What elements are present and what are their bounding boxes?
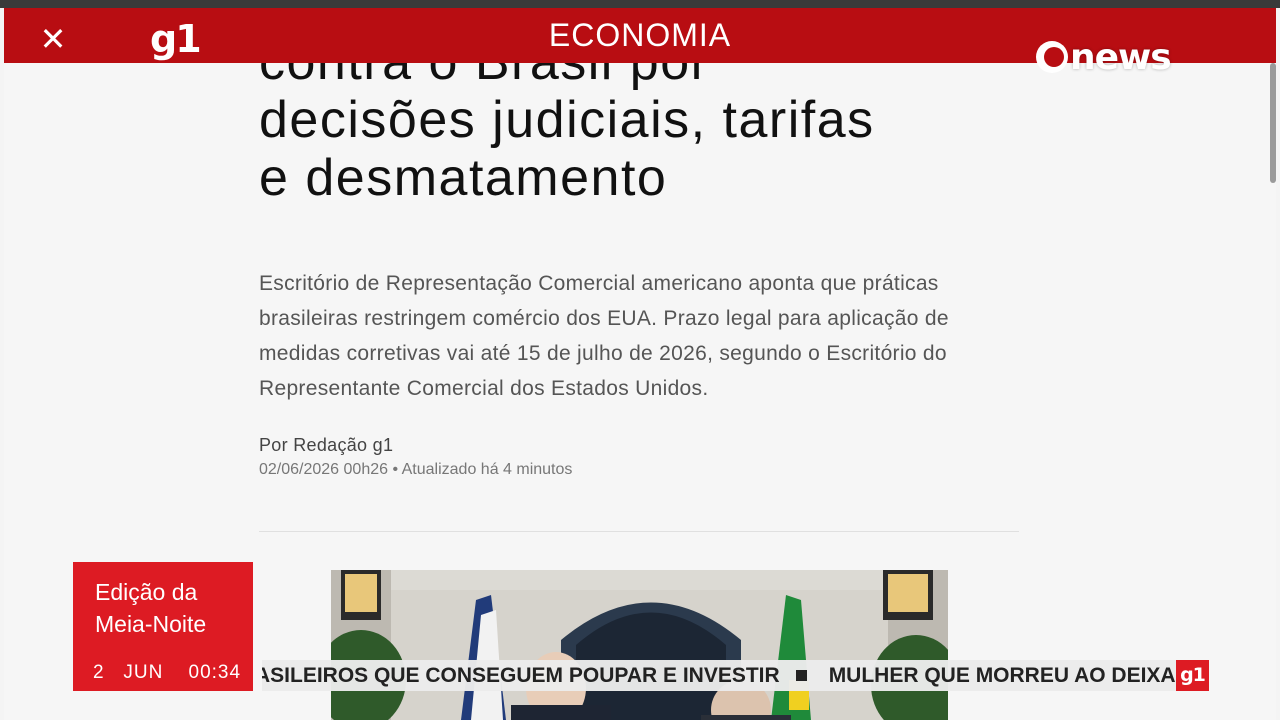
program-time: 2 JUN 00:34	[93, 662, 241, 684]
article-photo	[331, 570, 948, 720]
clock-time: 00:34	[188, 662, 242, 683]
globonews-logo: news	[1036, 35, 1172, 79]
channel-logo-text: news	[1070, 36, 1172, 78]
headline-line: decisões judiciais, tarifas	[259, 91, 875, 149]
news-ticker: ASILEIROS QUE CONSEGUEM POUPAR E INVESTI…	[262, 660, 1176, 691]
scrollbar[interactable]	[1270, 63, 1276, 183]
clock-day: 2	[93, 662, 105, 683]
article-author[interactable]: Por Redação g1	[259, 435, 393, 456]
ticker-separator	[795, 669, 807, 681]
ticker-item: MULHER QUE MORREU AO DEIXAR A	[828, 664, 1176, 687]
article-summary: Escritório de Representação Comercial am…	[259, 272, 949, 400]
headline-line: contra o Brasil por	[259, 63, 1019, 91]
globo-icon	[1036, 41, 1068, 73]
article-headline: contra o Brasil por decisões judiciais, …	[259, 63, 1019, 207]
article-date: 02/06/2026 00h26 • Atualizado há 4 minut…	[259, 461, 573, 478]
clock-month: JUN	[123, 662, 164, 683]
divider	[259, 531, 1019, 532]
ticker-item: ASILEIROS QUE CONSEGUEM POUPAR E INVESTI…	[262, 664, 780, 687]
ticker-g1-logo: g1	[1176, 660, 1209, 691]
program-title-line1: Edição da	[95, 579, 198, 605]
tv-frame: ✕ g1 ECONOMIA contra o Brasil por decisõ…	[0, 0, 1280, 720]
photo-image	[331, 570, 948, 720]
status-strip	[0, 0, 1280, 8]
program-card: Edição da Meia-Noite 2 JUN 00:34	[73, 562, 253, 691]
headline-line: e desmatamento	[259, 149, 668, 207]
program-title-line2: Meia-Noite	[95, 611, 207, 637]
